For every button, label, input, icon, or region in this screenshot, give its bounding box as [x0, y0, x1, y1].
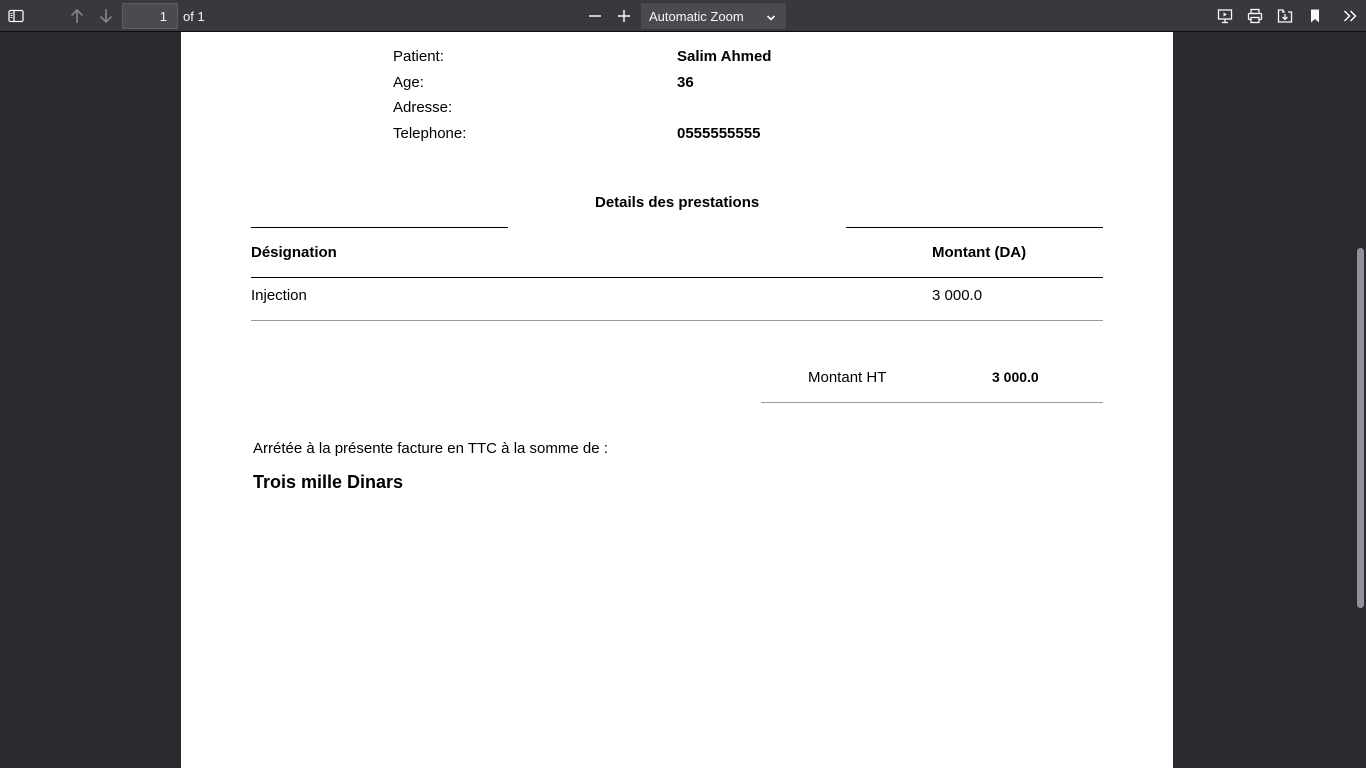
summary-sentence: Arrétée à la présente facture en TTC à l… — [253, 440, 608, 457]
age-label: Age: — [393, 74, 424, 91]
save-icon — [1277, 8, 1293, 24]
row-rule — [251, 320, 1103, 321]
next-page-button[interactable] — [94, 4, 118, 28]
chevron-down-icon — [766, 11, 776, 26]
next-page-icon — [98, 8, 114, 24]
title-rule-left — [251, 227, 508, 228]
scrollbar-thumb[interactable] — [1357, 248, 1364, 608]
patient-label: Patient: — [393, 48, 444, 65]
total-ht-value: 3 000.0 — [992, 369, 1039, 385]
print-icon — [1247, 8, 1263, 24]
title-rule-right — [846, 227, 1103, 228]
page-number-input[interactable] — [122, 3, 178, 29]
tools-button[interactable] — [1338, 4, 1362, 28]
zoom-select-value: Automatic Zoom — [649, 8, 744, 24]
pdf-toolbar: of 1 Automatic Zoom — [0, 0, 1366, 32]
sidebar-toggle-icon — [8, 9, 24, 23]
bookmark-icon — [1308, 8, 1322, 24]
total-rule — [761, 402, 1103, 403]
zoom-select[interactable]: Automatic Zoom — [641, 3, 786, 29]
column-header-amount: Montant (DA) — [932, 244, 1027, 261]
print-button[interactable] — [1243, 4, 1267, 28]
column-header-designation: Désignation — [251, 244, 337, 261]
zoom-in-button[interactable] — [612, 4, 636, 28]
zoom-out-icon — [588, 9, 602, 23]
previous-page-icon — [69, 8, 85, 24]
bookmark-button[interactable] — [1303, 4, 1327, 28]
zoom-out-button[interactable] — [583, 4, 607, 28]
address-label: Adresse: — [393, 99, 453, 116]
details-title: Details des prestations — [595, 194, 760, 211]
zoom-in-icon — [617, 9, 631, 23]
tools-icon — [1342, 8, 1358, 24]
previous-page-button[interactable] — [65, 4, 89, 28]
amount-in-words: Trois mille Dinars — [253, 472, 404, 492]
pdf-page: Patient: Salim Ahmed Age: 36 Adresse: Te… — [181, 32, 1173, 768]
row-amount: 3 000.0 — [932, 287, 983, 304]
presentation-mode-icon — [1217, 8, 1233, 24]
total-ht-label: Montant HT — [808, 369, 887, 386]
age-value: 36 — [677, 74, 694, 91]
sidebar-toggle-button[interactable] — [4, 4, 28, 28]
header-rule — [251, 277, 1103, 278]
presentation-mode-button[interactable] — [1213, 4, 1237, 28]
patient-value: Salim Ahmed — [677, 48, 772, 65]
phone-value: 0555555555 — [677, 125, 761, 142]
page-count-label: of 1 — [183, 9, 205, 24]
row-designation: Injection — [251, 287, 307, 304]
phone-label: Telephone: — [393, 125, 467, 142]
save-button[interactable] — [1273, 4, 1297, 28]
